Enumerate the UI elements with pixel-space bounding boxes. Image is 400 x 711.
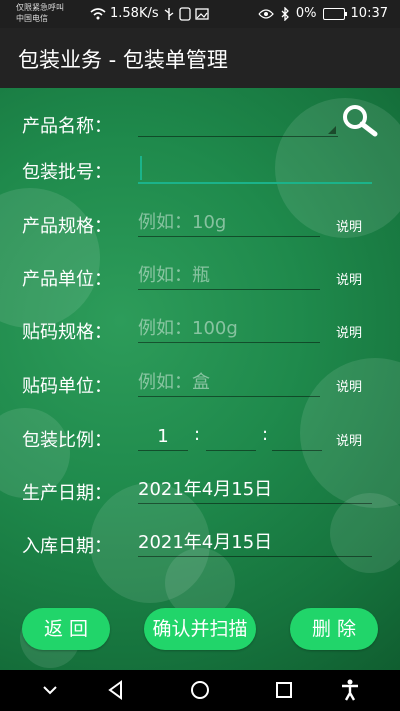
code-spec-placeholder: 例如：100g <box>138 318 238 339</box>
accessibility-icon[interactable] <box>338 678 362 702</box>
row-batch-number: 包装批号： <box>22 154 382 188</box>
ratio-label: 包装比例： <box>22 430 112 451</box>
clock: 10:37 <box>350 6 388 21</box>
bluetooth-icon <box>281 6 289 21</box>
code-unit-input[interactable]: 例如：盒 <box>138 368 320 397</box>
ratio-colon: : <box>262 424 269 445</box>
storage-date-picker[interactable]: 2021年4月15日 <box>138 528 372 557</box>
spec-note-link[interactable]: 说明 <box>336 216 362 235</box>
ratio-second-input[interactable] <box>206 422 256 451</box>
net-speed: 1.58K/s <box>110 6 159 21</box>
search-icon[interactable] <box>340 102 380 142</box>
row-product-spec: 产品规格： 例如：10g 说明 <box>22 208 382 242</box>
page-title: 包装业务 - 包装单管理 <box>18 48 228 72</box>
row-pack-ratio: 包装比例： 1 : : 说明 <box>22 422 382 456</box>
spec-label: 产品规格： <box>22 216 112 237</box>
code-unit-note-link[interactable]: 说明 <box>336 376 362 395</box>
home-circle-icon[interactable] <box>188 678 212 702</box>
chevron-down-icon[interactable] <box>38 678 62 702</box>
batch-label: 包装批号： <box>22 162 112 183</box>
ratio-colon: : <box>194 424 201 445</box>
code-spec-note-link[interactable]: 说明 <box>336 322 362 341</box>
confirm-scan-button[interactable]: 确认并扫描 <box>144 608 256 650</box>
back-triangle-icon[interactable] <box>104 678 128 702</box>
ratio-third-input[interactable] <box>272 422 322 451</box>
delete-button[interactable]: 删 除 <box>290 608 378 650</box>
image-icon <box>194 7 209 20</box>
unit-label: 产品单位： <box>22 269 112 290</box>
row-product-name: 产品名称： <box>22 108 382 142</box>
ratio-first-input[interactable]: 1 <box>138 422 188 451</box>
status-bar: 仅限紧急呼叫 中国电信 1.58K/s 0% 10:37 <box>0 0 400 28</box>
unit-note-link[interactable]: 说明 <box>336 269 362 288</box>
recents-square-icon[interactable] <box>272 678 296 702</box>
wifi-icon <box>90 7 106 19</box>
text-cursor <box>140 156 142 180</box>
battery-icon <box>322 7 347 20</box>
storage-date-label: 入库日期： <box>22 536 112 557</box>
spec-input[interactable]: 例如：10g <box>138 208 320 237</box>
row-product-unit: 产品单位： 例如：瓶 说明 <box>22 261 382 295</box>
usb-icon <box>164 7 174 20</box>
code-spec-input[interactable]: 例如：100g <box>138 314 320 343</box>
code-unit-label: 贴码单位： <box>22 376 112 397</box>
back-button[interactable]: 返 回 <box>22 608 110 650</box>
eye-icon <box>258 8 274 19</box>
code-unit-placeholder: 例如：盒 <box>138 372 210 393</box>
notification-icon <box>178 6 191 21</box>
code-spec-label: 贴码规格： <box>22 322 112 343</box>
network-status: 1.58K/s <box>90 6 209 21</box>
ratio-note-link[interactable]: 说明 <box>336 430 362 449</box>
carrier-line-2: 中国电信 <box>16 14 48 23</box>
carrier-line-1: 仅限紧急呼叫 <box>16 3 64 12</box>
row-code-spec: 贴码规格： 例如：100g 说明 <box>22 314 382 348</box>
system-status: 0% 10:37 <box>258 6 388 21</box>
form-panel: 产品名称： 包装批号： 产品规格： 例如：10g 说明 产品单位： 例如：瓶 说 <box>0 88 400 670</box>
row-code-unit: 贴码单位： 例如：盒 说明 <box>22 368 382 402</box>
batch-number-input[interactable] <box>138 154 372 184</box>
unit-input[interactable]: 例如：瓶 <box>138 261 320 290</box>
product-name-label: 产品名称： <box>22 116 112 137</box>
app-header: 包装业务 - 包装单管理 <box>0 28 400 88</box>
spec-placeholder: 例如：10g <box>138 212 227 233</box>
dropdown-arrow-icon <box>328 126 336 134</box>
row-production-date: 生产日期： 2021年4月15日 <box>22 475 382 509</box>
system-nav-bar <box>0 670 400 711</box>
carrier-info: 仅限紧急呼叫 中国电信 <box>16 2 64 24</box>
row-storage-date: 入库日期： 2021年4月15日 <box>22 528 382 562</box>
production-date-label: 生产日期： <box>22 483 112 504</box>
product-name-dropdown[interactable] <box>138 108 338 137</box>
unit-placeholder: 例如：瓶 <box>138 265 210 286</box>
production-date-picker[interactable]: 2021年4月15日 <box>138 475 372 504</box>
ratio-group: 1 : : <box>138 422 338 451</box>
battery-percent: 0% <box>295 6 317 21</box>
